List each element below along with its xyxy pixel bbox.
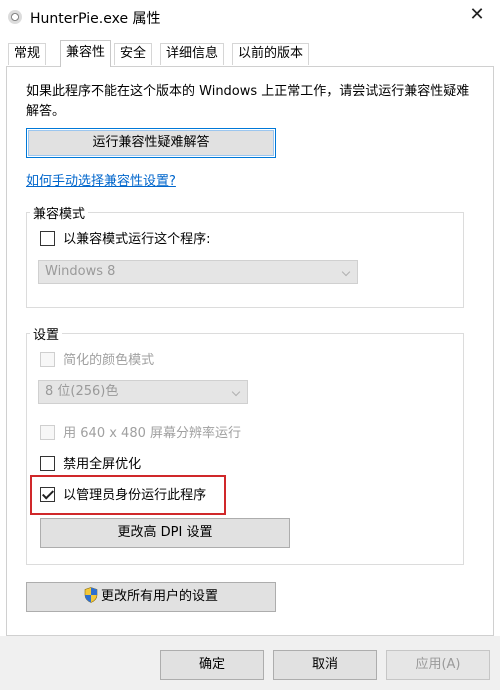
reduced-color-checkbox [40,352,55,367]
disable-fullscreen-row[interactable]: 禁用全屏优化 [40,456,141,474]
run-troubleshooter-button[interactable]: 运行兼容性疑难解答 [26,128,276,158]
color-mode-value: 8 位(256)色 [45,384,119,399]
compat-mode-checkbox[interactable] [40,231,55,246]
tab-compatibility[interactable]: 兼容性 [60,40,112,67]
highlight-annotation [30,475,226,515]
reduced-color-row: 简化的颜色模式 [40,352,154,370]
change-all-users-button[interactable]: 更改所有用户的设置 [26,582,276,612]
ok-button[interactable]: 确定 [160,650,264,680]
close-icon: ✕ [469,4,485,25]
settings-group-label: 设置 [30,324,63,343]
tab-details[interactable]: 详细信息 [160,43,225,65]
disable-fullscreen-label: 禁用全屏优化 [63,457,142,472]
color-mode-select: 8 位(256)色 [38,380,248,404]
chevron-down-icon [231,387,241,397]
uac-shield-icon [84,587,98,603]
tab-general[interactable]: 常规 [8,43,47,65]
os-select[interactable]: Windows 8 [38,260,358,284]
chevron-down-icon [341,267,351,277]
low-res-row: 用 640 x 480 屏幕分辨率运行 [40,425,241,443]
window-title: HunterPie.exe 属性 [30,11,161,27]
reduced-color-label: 简化的颜色模式 [63,353,155,368]
intro-text: 如果此程序不能在这个版本的 Windows 上正常工作，请尝试运行兼容性疑难解答… [26,84,470,119]
tab-security[interactable]: 安全 [114,43,153,65]
low-res-label: 用 640 x 480 屏幕分辨率运行 [63,426,241,441]
dialog-footer: 确定 取消 应用(A) [0,636,500,690]
low-res-checkbox [40,425,55,440]
apply-button[interactable]: 应用(A) [386,650,490,680]
compat-mode-group-label: 兼容模式 [30,203,89,222]
close-button[interactable]: ✕ [454,0,500,32]
manual-settings-link[interactable]: 如何手动选择兼容性设置? [26,170,176,189]
change-dpi-button[interactable]: 更改高 DPI 设置 [40,518,290,548]
tab-previous-versions[interactable]: 以前的版本 [232,43,310,65]
compat-mode-row[interactable]: 以兼容模式运行这个程序: [40,231,211,249]
app-icon [8,10,22,24]
change-all-users-label: 更改所有用户的设置 [100,589,218,604]
title-bar: HunterPie.exe 属性 ✕ [0,0,500,34]
os-select-value: Windows 8 [45,264,116,279]
disable-fullscreen-checkbox[interactable] [40,456,55,471]
compat-mode-label: 以兼容模式运行这个程序: [63,232,211,247]
cancel-button[interactable]: 取消 [273,650,377,680]
